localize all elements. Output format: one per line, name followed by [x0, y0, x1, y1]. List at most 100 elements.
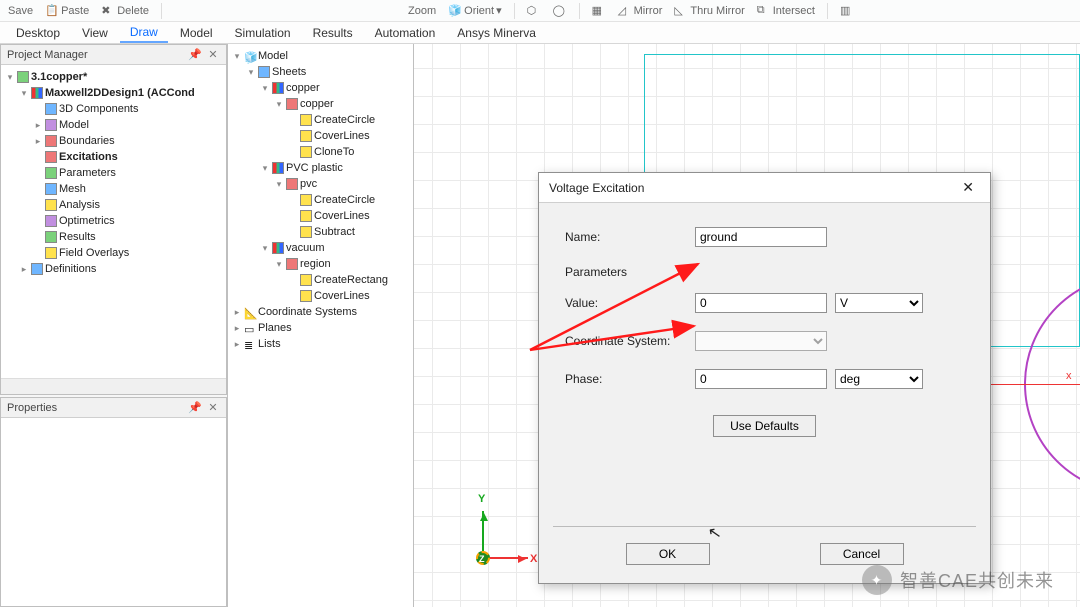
triad-y-label: Y	[478, 493, 485, 505]
boundaries-icon	[45, 135, 57, 147]
ribbon-zoom[interactable]: Zoom	[404, 5, 440, 17]
ribbon-shape2[interactable]: ◯	[549, 4, 571, 18]
axis-triad[interactable]: Y X Z	[440, 499, 530, 589]
project-tree[interactable]: ▾3.1copper* ▾Maxwell2DDesign1 (ACCond 3D…	[1, 65, 226, 281]
region-obj-icon	[286, 258, 298, 270]
phase-label: Phase:	[565, 372, 695, 386]
ribbon-grid[interactable]: ▦	[588, 4, 610, 18]
results-icon	[45, 231, 57, 243]
ribbon-intersect[interactable]: ⧉Intersect	[753, 4, 819, 18]
ok-button[interactable]: OK	[626, 543, 710, 565]
menu-desktop[interactable]: Desktop	[6, 24, 70, 42]
project-icon	[17, 71, 29, 83]
menubar: Desktop View Draw Model Simulation Resul…	[0, 22, 1080, 44]
dialog-titlebar[interactable]: Voltage Excitation ✕	[539, 173, 990, 203]
parameters-icon	[45, 167, 57, 179]
properties-panel: Properties 📌 ✕	[0, 397, 227, 607]
planes-icon: ▭	[244, 322, 256, 334]
use-defaults-button[interactable]: Use Defaults	[713, 415, 816, 437]
op-icon	[300, 114, 312, 126]
dialog-title: Voltage Excitation	[549, 181, 644, 195]
close-panel-icon[interactable]: ✕	[206, 401, 220, 414]
close-icon[interactable]: ✕	[956, 177, 980, 198]
value-label: Value:	[565, 296, 695, 310]
op-icon	[300, 130, 312, 142]
mesh-icon	[45, 183, 57, 195]
delete-icon: ✖	[101, 4, 115, 18]
paste-icon: 📋	[45, 4, 59, 18]
watermark: ✦ 智善CAE共创未来	[862, 565, 1054, 595]
hexagon-icon: ⬡	[527, 4, 541, 18]
op-icon	[300, 226, 312, 238]
components-icon	[45, 103, 57, 115]
menu-draw[interactable]: Draw	[120, 23, 168, 43]
name-label: Name:	[565, 230, 695, 244]
model-root-icon: 🧊	[244, 50, 256, 62]
ribbon-orient[interactable]: 🧊Orient ▾	[444, 4, 506, 18]
copper-grp-icon	[272, 82, 284, 94]
menu-view[interactable]: View	[72, 24, 118, 42]
project-manager-title: Project Manager	[7, 49, 88, 61]
overlays-icon	[45, 247, 57, 259]
ribbon-save[interactable]: Save	[4, 5, 37, 17]
grid-icon: ▦	[592, 4, 606, 18]
op-icon	[300, 194, 312, 206]
ribbon-misc1[interactable]: ▥	[836, 4, 858, 18]
mirror-icon: ◿	[618, 4, 632, 18]
triad-y-axis	[482, 511, 484, 551]
triad-x-label: X	[530, 553, 537, 565]
menu-model[interactable]: Model	[170, 24, 223, 42]
model-tree-panel: ▾🧊Model ▾Sheets ▾copper ▾copper CreateCi…	[228, 44, 414, 607]
sheets-icon	[258, 66, 270, 78]
misc-icon: ▥	[840, 4, 854, 18]
pin-icon[interactable]: 📌	[188, 401, 202, 414]
ribbon-shape1[interactable]: ⬡	[523, 4, 545, 18]
menu-ansys-minerva[interactable]: Ansys Minerva	[447, 24, 546, 42]
phase-unit-select[interactable]: deg	[835, 369, 923, 389]
coord-select[interactable]	[695, 331, 827, 351]
scroll-hint[interactable]	[1, 378, 226, 394]
ribbon-toolbar: Save 📋Paste ✖Delete Zoom 🧊Orient ▾ ⬡ ◯ ▦…	[0, 0, 1080, 22]
value-unit-select[interactable]: V	[835, 293, 923, 313]
wechat-icon: ✦	[862, 565, 892, 595]
model-tree[interactable]: ▾🧊Model ▾Sheets ▾copper ▾copper CreateCi…	[228, 44, 413, 607]
voltage-excitation-dialog: Voltage Excitation ✕ Name: Parameters Va…	[538, 172, 991, 584]
ribbon-mirror[interactable]: ◿Mirror	[614, 4, 667, 18]
op-icon	[300, 290, 312, 302]
coord-label: Coordinate System:	[565, 334, 695, 348]
triad-x-axis	[488, 557, 528, 559]
ribbon-delete[interactable]: ✖Delete	[97, 4, 153, 18]
close-panel-icon[interactable]: ✕	[206, 48, 220, 61]
coord-sys-icon: 📐	[244, 306, 256, 318]
model-icon	[45, 119, 57, 131]
copper-obj-icon	[286, 98, 298, 110]
op-icon	[300, 210, 312, 222]
analysis-icon	[45, 199, 57, 211]
ribbon-thru-mirror[interactable]: ◺Thru Mirror	[670, 4, 748, 18]
intersect-icon: ⧉	[757, 4, 771, 18]
pin-icon[interactable]: 📌	[188, 48, 202, 61]
value-input[interactable]	[695, 293, 827, 313]
orient-icon: 🧊	[448, 4, 462, 18]
thru-mirror-icon: ◺	[674, 4, 688, 18]
vacuum-grp-icon	[272, 242, 284, 254]
menu-automation[interactable]: Automation	[365, 24, 446, 42]
menu-results[interactable]: Results	[303, 24, 363, 42]
menu-simulation[interactable]: Simulation	[225, 24, 301, 42]
excitations-icon	[45, 151, 57, 163]
axis-x-label: x	[1066, 370, 1080, 382]
triad-z-label: Z	[479, 554, 485, 564]
cancel-button[interactable]: Cancel	[820, 543, 904, 565]
name-input[interactable]	[695, 227, 827, 247]
pvc-obj-icon	[286, 178, 298, 190]
parameters-label: Parameters	[565, 265, 964, 279]
project-manager-panel: Project Manager 📌 ✕ ▾3.1copper* ▾Maxwell…	[0, 44, 227, 395]
lists-icon: ≣	[244, 338, 256, 350]
op-icon	[300, 274, 312, 286]
op-icon	[300, 146, 312, 158]
properties-title: Properties	[7, 402, 57, 414]
ribbon-paste[interactable]: 📋Paste	[41, 4, 93, 18]
ellipse-icon: ◯	[553, 4, 567, 18]
definitions-icon	[31, 263, 43, 275]
phase-input[interactable]	[695, 369, 827, 389]
